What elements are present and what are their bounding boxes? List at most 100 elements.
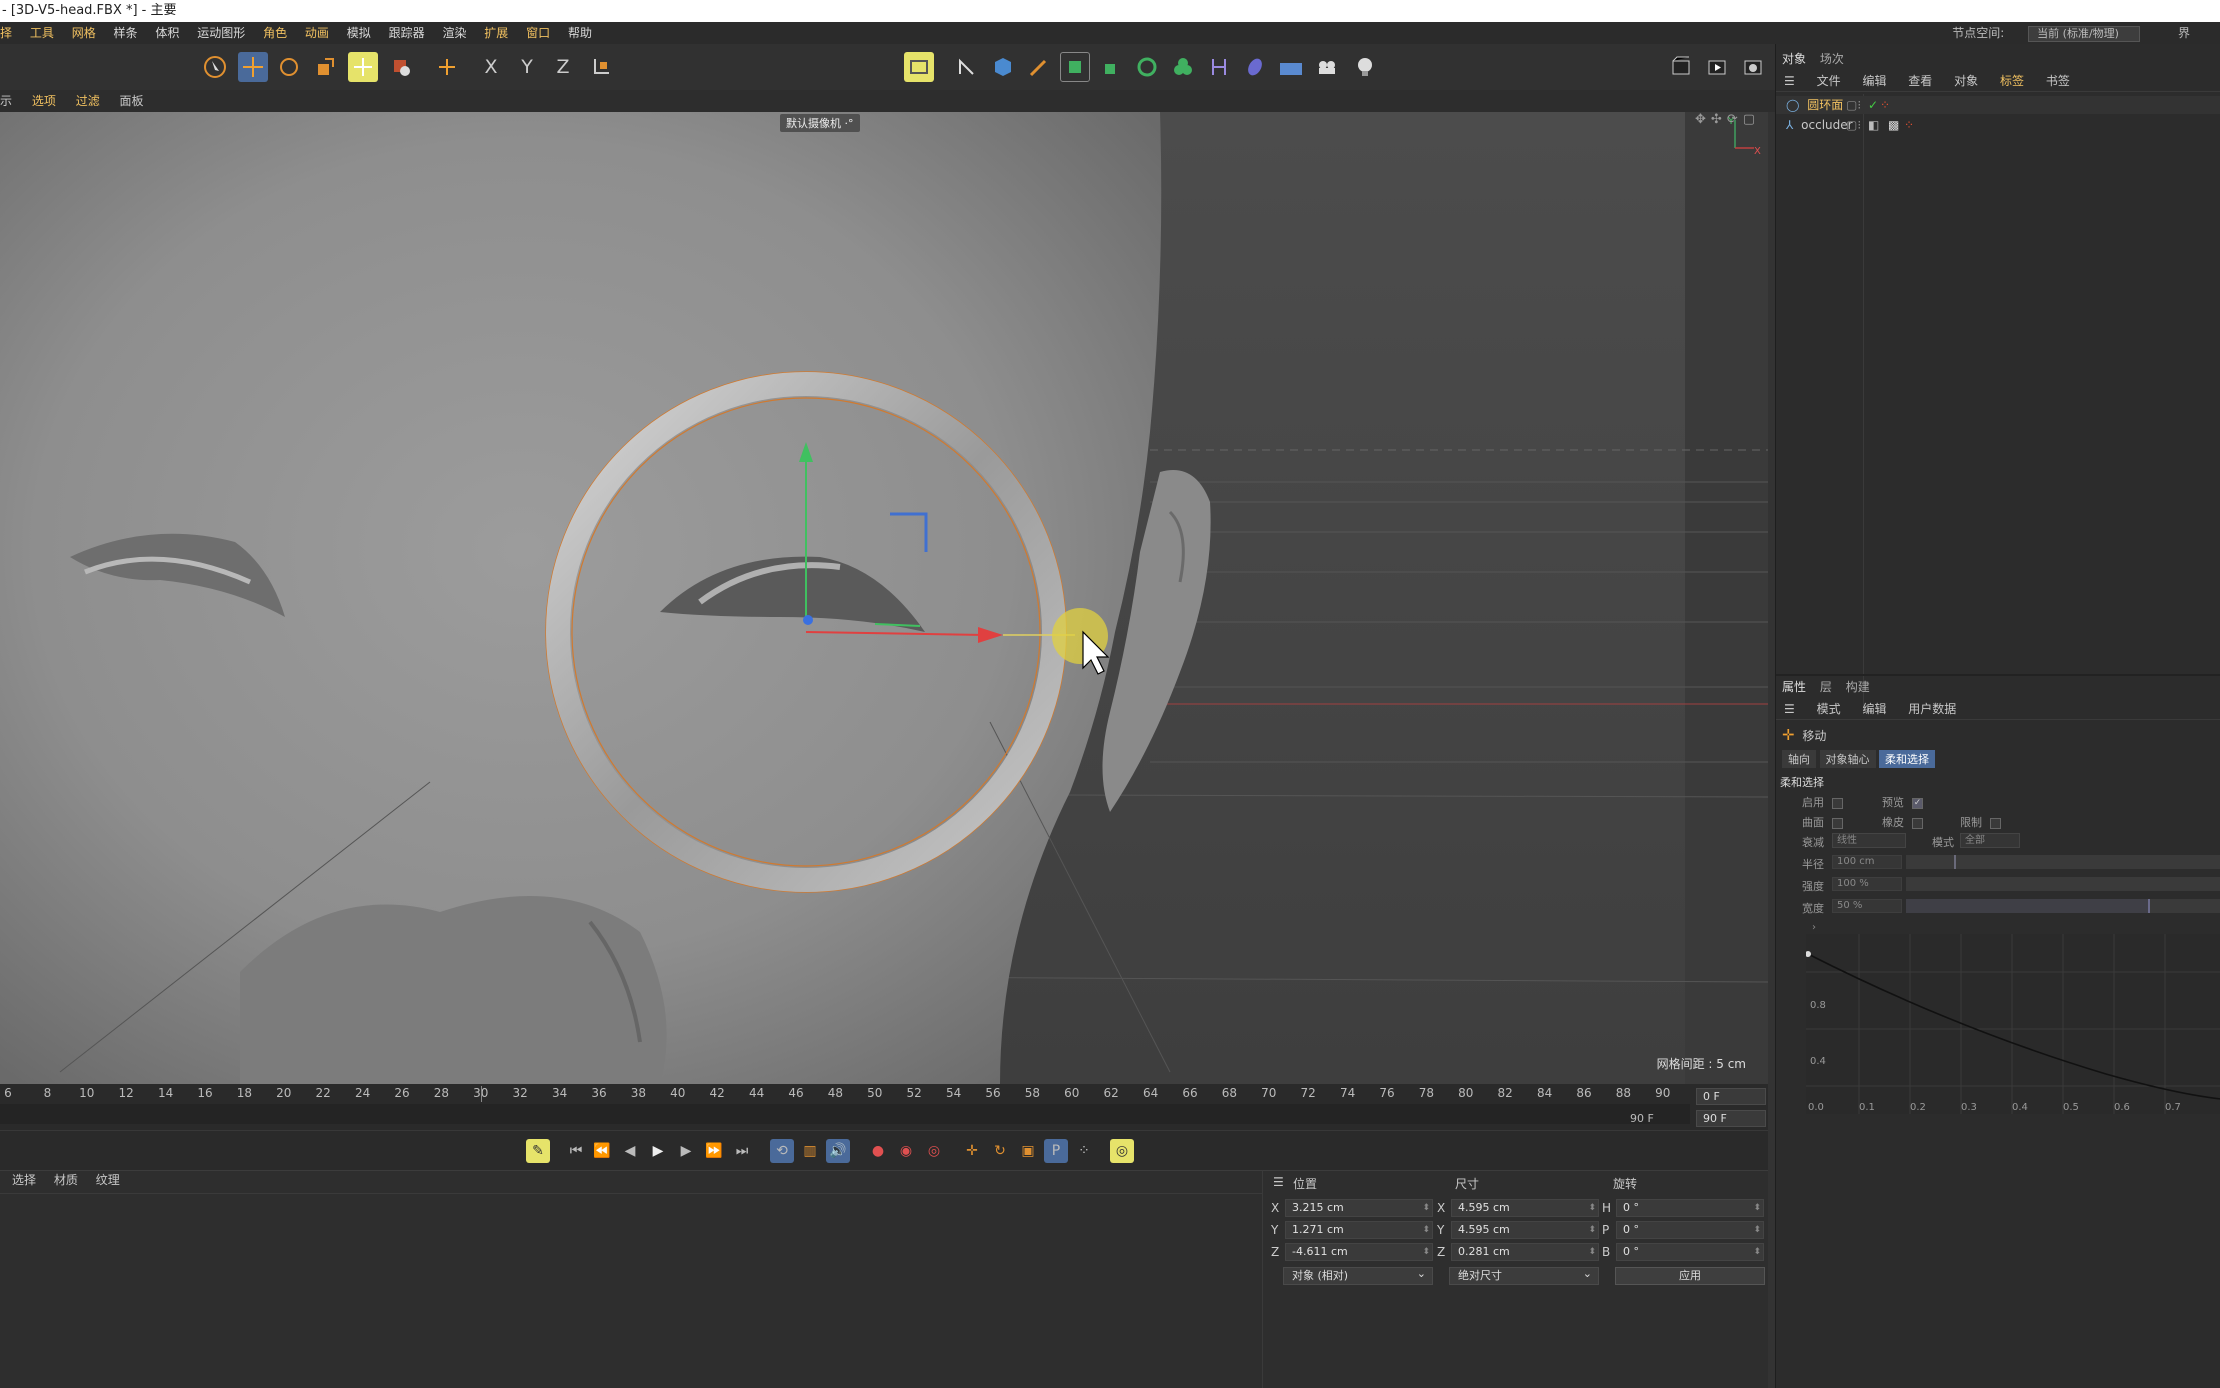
attributes-menu-item[interactable]: 模式 (1817, 702, 1841, 716)
menu-item[interactable]: 体积 (155, 22, 179, 44)
end-frame-field[interactable]: 90 F (1696, 1110, 1766, 1127)
timeline-track[interactable] (0, 1104, 1690, 1124)
width-field[interactable]: 50 % (1832, 899, 1902, 913)
extrude-icon[interactable] (1096, 52, 1126, 82)
strength-slider[interactable] (1906, 877, 2220, 891)
radius-field[interactable]: 100 cm (1832, 855, 1902, 869)
coord-mode-dropdown[interactable]: 对象 (相对) (1283, 1266, 1433, 1285)
object-row-torus[interactable]: ◯ 圆环面 ▢⁝ ✓ ⁘ (1786, 96, 1890, 114)
mode-dropdown[interactable]: 全部 (1960, 833, 2020, 848)
cloner-icon[interactable] (1132, 52, 1162, 82)
view-menu-item[interactable]: 示 (0, 90, 12, 112)
attributes-menu-item[interactable]: 用户数据 (1908, 702, 1956, 716)
move-tool-icon[interactable] (238, 52, 268, 82)
viewport-nav-icons[interactable]: ✥✣⟳▢ (1695, 112, 1760, 127)
prev-frame-icon[interactable]: ◀ (618, 1139, 642, 1163)
key-rotation-icon[interactable]: ↻ (988, 1139, 1012, 1163)
surface-checkbox[interactable] (1832, 817, 1843, 829)
timeline[interactable]: 6810121416182022242628303234363840424446… (0, 1084, 1768, 1130)
subdivision-icon[interactable] (1060, 52, 1090, 82)
objects-menu-item[interactable]: 标签 (2000, 74, 2024, 88)
attributes-menu-item[interactable]: 编辑 (1862, 702, 1886, 716)
current-frame-field[interactable]: 0 F (1696, 1088, 1766, 1105)
playhead-marker[interactable] (480, 1086, 482, 1102)
objects-menu-item[interactable]: 文件 (1817, 74, 1841, 88)
menu-item[interactable]: 跟踪器 (389, 22, 425, 44)
radius-slider[interactable] (1906, 855, 2220, 869)
next-key-icon[interactable]: ⏩ (702, 1139, 726, 1163)
objects-tab[interactable]: 对象 (1782, 52, 1806, 66)
record-keys-icon[interactable]: ● (866, 1139, 890, 1163)
takes-tab[interactable]: 场次 (1820, 52, 1844, 66)
menu-item[interactable]: 窗口 (526, 22, 550, 44)
size-mode-dropdown[interactable]: 绝对尺寸 (1449, 1266, 1599, 1285)
subtab-axis[interactable]: 轴向 (1782, 750, 1816, 768)
key-param-icon[interactable]: P (1044, 1139, 1068, 1163)
key-point-level-icon[interactable]: ⁘ (1072, 1139, 1096, 1163)
render-region-icon[interactable] (904, 52, 934, 82)
z-axis-lock-icon[interactable]: Z (548, 52, 578, 82)
rot-p-field[interactable]: 0 ° (1616, 1221, 1764, 1239)
tag-icon[interactable]: ⁘ (1880, 96, 1890, 114)
menu-item[interactable]: 扩展 (484, 22, 508, 44)
tag-icon[interactable]: ⁘ (1904, 116, 1914, 134)
key-position-icon[interactable]: ✛ (960, 1139, 984, 1163)
rot-h-field[interactable]: 0 ° (1616, 1199, 1764, 1217)
go-to-start-icon[interactable]: ⏮ (564, 1139, 588, 1163)
camera-icon[interactable] (1312, 52, 1342, 82)
pos-y-field[interactable]: 1.271 cm (1285, 1221, 1433, 1239)
material-tab[interactable]: 纹理 (96, 1173, 120, 1187)
rubber-checkbox[interactable] (1912, 817, 1923, 829)
select-tool-icon[interactable] (200, 52, 230, 82)
3d-viewport[interactable]: Y X 默认摄像机 ·° ✥✣⟳▢ 网格间距 : 5 cm (0, 112, 1768, 1084)
light-icon[interactable] (1350, 52, 1380, 82)
prev-key-icon[interactable]: ⏪ (590, 1139, 614, 1163)
spline-pen-icon[interactable] (952, 52, 982, 82)
falloff-dropdown[interactable]: 线性 (1832, 833, 1906, 848)
render-settings-icon[interactable] (1738, 52, 1768, 82)
objects-menu-item[interactable]: 编辑 (1862, 74, 1886, 88)
mograph-icon[interactable] (1168, 52, 1198, 82)
size-x-field[interactable]: 4.595 cm (1451, 1199, 1599, 1217)
objects-menu-item[interactable]: 书签 (2046, 74, 2070, 88)
floor-icon[interactable] (1276, 52, 1306, 82)
live-selection-icon[interactable] (348, 52, 378, 82)
key-selection-icon[interactable]: ◎ (922, 1139, 946, 1163)
pos-x-field[interactable]: 3.215 cm (1285, 1199, 1433, 1217)
view-menu-item[interactable]: 过滤 (76, 90, 100, 112)
apply-button[interactable]: 应用 (1615, 1267, 1765, 1285)
pos-z-field[interactable]: -4.611 cm (1285, 1243, 1433, 1261)
width-slider[interactable] (1906, 899, 2220, 913)
view-menu-item[interactable]: 面板 (120, 90, 144, 112)
size-z-field[interactable]: 0.281 cm (1451, 1243, 1599, 1261)
restrict-checkbox[interactable] (1990, 817, 2001, 829)
camera-label[interactable]: 默认摄像机 ·° (780, 114, 860, 132)
rot-b-field[interactable]: 0 ° (1616, 1243, 1764, 1261)
deformer-icon[interactable] (1204, 52, 1234, 82)
menu-item[interactable]: 角色 (263, 22, 287, 44)
recent-tool-icon[interactable] (386, 52, 416, 82)
node-space-dropdown[interactable]: 当前 (标准/物理) (2028, 26, 2141, 42)
visibility-icon[interactable]: ▢⁝ (1846, 116, 1861, 134)
menu-item[interactable]: 样条 (114, 22, 138, 44)
loop-icon[interactable]: ⟲ (770, 1139, 794, 1163)
attributes-menu-icon[interactable]: ☰ (1784, 702, 1795, 716)
coordinate-system-icon[interactable] (586, 52, 616, 82)
enabled-check-icon[interactable]: ✓ (1868, 96, 1878, 114)
size-y-field[interactable]: 4.595 cm (1451, 1221, 1599, 1239)
subtab-object-axis[interactable]: 对象轴心 (1819, 750, 1876, 768)
sound-icon[interactable]: 🔊 (826, 1139, 850, 1163)
add-icon[interactable] (432, 52, 462, 82)
field-icon[interactable] (1240, 52, 1270, 82)
graph-expand-icon[interactable]: › (1812, 922, 1816, 933)
key-scale-icon[interactable]: ▣ (1016, 1139, 1040, 1163)
menu-item[interactable]: 动画 (305, 22, 329, 44)
timeline-ruler[interactable]: 6810121416182022242628303234363840424446… (0, 1084, 1690, 1102)
menu-item[interactable]: 择 (0, 22, 12, 44)
object-name[interactable]: occluder (1801, 118, 1852, 132)
render-picture-viewer-icon[interactable] (1702, 52, 1732, 82)
enable-checkbox[interactable] (1832, 797, 1843, 809)
menu-item[interactable]: 渲染 (442, 22, 466, 44)
render-view-icon[interactable] (1666, 52, 1696, 82)
objects-menu-item[interactable]: 查看 (1908, 74, 1932, 88)
